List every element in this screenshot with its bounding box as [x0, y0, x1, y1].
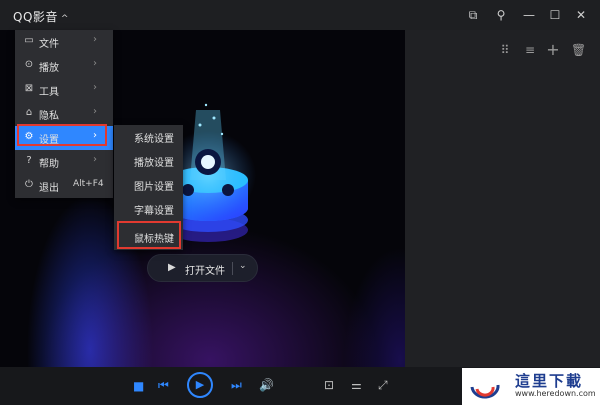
menu-item-tools[interactable]: ⊠ 工具 ›	[15, 78, 113, 102]
pin-icon[interactable]: ⚲	[493, 7, 509, 23]
menu-item-exit[interactable]: ⏻ 退出 Alt+F4	[15, 174, 113, 198]
menu-item-label: 文件	[39, 39, 59, 50]
power-icon: ⏻	[25, 179, 33, 190]
open-file-label: 打开文件	[185, 266, 225, 277]
chevron-right-icon: ›	[93, 34, 97, 45]
folder-icon: ▭	[24, 35, 34, 46]
play-button[interactable]: ▶	[187, 372, 213, 398]
menu-item-privacy[interactable]: ⌂ 隐私 ›	[15, 102, 113, 126]
shortcut-label: Alt+F4	[73, 179, 104, 189]
stop-icon[interactable]: ■	[133, 379, 144, 393]
equalizer-icon[interactable]: ⚌	[351, 378, 362, 392]
minimize-icon[interactable]: —	[521, 7, 537, 23]
screenshot-icon[interactable]: ⊡	[324, 378, 334, 392]
play-circle-icon: ⊙	[24, 59, 34, 70]
main-menu: ▭ 文件 › ⊙ 播放 › ⊠ 工具 › ⌂ 隐私 › ⚙ 设置 › ? 帮助 …	[15, 30, 113, 198]
menu-item-play[interactable]: ⊙ 播放 ›	[15, 54, 113, 78]
chevron-down-icon[interactable]: ⌄	[239, 261, 247, 271]
lock-icon: ⌂	[25, 107, 33, 118]
chevron-right-icon: ›	[93, 154, 97, 165]
maximize-icon[interactable]: ☐	[547, 7, 563, 23]
divider	[232, 262, 233, 275]
app-menu-button[interactable]: QQ影音 ^	[13, 8, 69, 25]
menu-item-label: 工具	[39, 87, 59, 98]
title-bar: QQ影音 ^ ⧉ ⚲ — ☐ ✕	[0, 0, 600, 30]
play-icon: ▶	[195, 378, 205, 391]
submenu-item-playback-settings[interactable]: 播放设置	[114, 149, 183, 173]
open-file-button[interactable]: ▶ 打开文件 ⌄	[147, 254, 258, 282]
submenu-item-label: 系统设置	[134, 134, 174, 145]
submenu-item-system-settings[interactable]: 系统设置	[114, 125, 183, 149]
mini-mode-icon[interactable]: ⧉	[465, 7, 481, 23]
menu-item-label: 播放	[39, 63, 59, 74]
delete-icon[interactable]: 🗑	[571, 43, 586, 57]
watermark-logo	[470, 384, 500, 399]
previous-icon[interactable]: ⏮	[158, 378, 169, 393]
watermark-url: www.heredown.com	[515, 389, 596, 398]
menu-item-file[interactable]: ▭ 文件 ›	[15, 30, 113, 54]
sort-icon[interactable]: ≡	[523, 43, 537, 57]
menu-item-label: 隐私	[39, 111, 59, 122]
app-title: QQ影音	[13, 10, 58, 24]
watermark-title: 這里下載	[515, 372, 584, 390]
grid-view-icon[interactable]: ⠿	[498, 43, 512, 57]
playlist-panel: ⠿ ≡ + 🗑	[405, 30, 600, 367]
highlight-box-mouse-hotkeys	[117, 221, 181, 249]
add-icon[interactable]: +	[546, 42, 560, 58]
submenu-item-subtitle-settings[interactable]: 字幕设置	[114, 197, 183, 221]
highlight-box-settings	[17, 124, 107, 146]
fullscreen-icon[interactable]: ⤢	[378, 378, 388, 393]
menu-item-label: 退出	[39, 183, 59, 194]
menu-item-help[interactable]: ? 帮助 ›	[15, 150, 113, 174]
chevron-up-icon: ^	[60, 14, 69, 24]
chevron-right-icon: ›	[93, 106, 97, 117]
submenu-item-label: 图片设置	[134, 182, 174, 193]
close-icon[interactable]: ✕	[573, 7, 589, 23]
chevron-right-icon: ›	[93, 82, 97, 93]
chevron-right-icon: ›	[93, 58, 97, 69]
help-icon: ?	[26, 155, 32, 166]
play-file-icon: ▶	[168, 262, 176, 273]
next-icon[interactable]: ⏭	[231, 378, 242, 393]
submenu-item-image-settings[interactable]: 图片设置	[114, 173, 183, 197]
submenu-item-label: 字幕设置	[134, 206, 174, 217]
menu-item-label: 帮助	[39, 159, 59, 170]
volume-icon[interactable]: 🔊	[259, 378, 274, 392]
tools-icon: ⊠	[24, 83, 34, 94]
submenu-item-label: 播放设置	[134, 158, 174, 169]
